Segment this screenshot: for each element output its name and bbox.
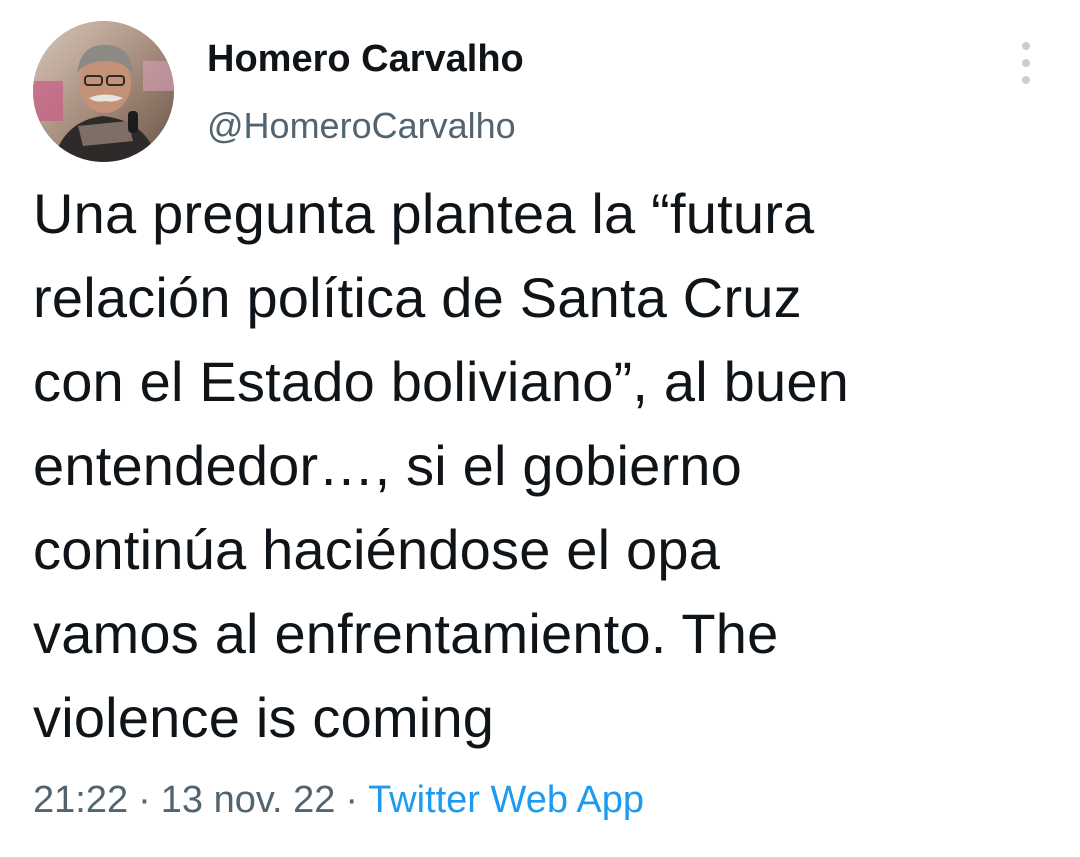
tweet-source-link[interactable]: Twitter Web App [368,779,644,821]
author-display-name[interactable]: Homero Carvalho [207,38,524,81]
more-vertical-icon [1022,42,1030,50]
separator: · [138,779,151,821]
more-options-button[interactable] [1008,38,1044,88]
tweet-metadata: 21:22 · 13 nov. 22 · Twitter Web App [33,779,644,822]
profile-photo-icon [33,21,174,162]
tweet-card: Homero Carvalho @HomeroCarvalho Una preg… [0,0,1080,857]
tweet-date[interactable]: 13 nov. 22 [161,779,336,821]
tweet-time[interactable]: 21:22 [33,779,128,821]
separator: · [345,779,359,821]
more-vertical-icon-dot [1022,59,1030,67]
avatar[interactable] [33,21,174,162]
tweet-text: Una pregunta plantea la “futura relación… [33,182,850,749]
author-handle[interactable]: @HomeroCarvalho [207,105,516,147]
more-vertical-icon-dot [1022,76,1030,84]
